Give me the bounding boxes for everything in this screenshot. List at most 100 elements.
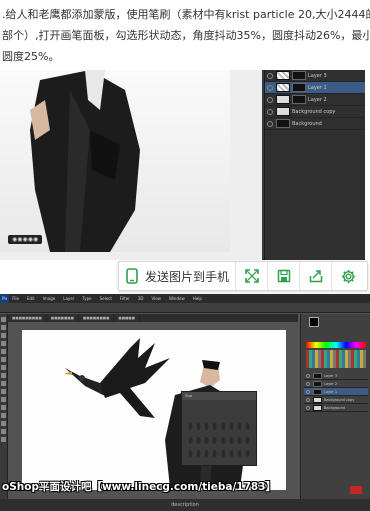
- foreground-color-swatch[interactable]: [309, 317, 319, 327]
- brush-preset[interactable]: [245, 422, 250, 430]
- menu-view[interactable]: View: [151, 296, 161, 301]
- brush-preset[interactable]: [204, 450, 209, 458]
- menu-layer[interactable]: Layer: [63, 296, 74, 301]
- tool-icon[interactable]: [1, 373, 6, 378]
- eye-icon[interactable]: [267, 96, 273, 103]
- eye-icon[interactable]: [267, 72, 273, 79]
- brush-preset[interactable]: [212, 422, 217, 430]
- eye-icon[interactable]: [306, 397, 310, 402]
- eye-icon[interactable]: [267, 108, 273, 115]
- tool-icon[interactable]: [1, 413, 6, 418]
- brush-preset[interactable]: [245, 450, 250, 458]
- color-spectrum[interactable]: [306, 342, 366, 348]
- brush-preset[interactable]: [245, 436, 250, 444]
- share-icon: [309, 270, 322, 283]
- status-bar: description: [0, 499, 370, 511]
- watermark-text: oShop平面设计吧【www.linecg.com/tieba/1783】: [2, 481, 277, 493]
- eye-icon[interactable]: [306, 405, 310, 410]
- brush-preset[interactable]: [229, 436, 234, 444]
- eye-icon[interactable]: [306, 373, 310, 378]
- brush-preset[interactable]: [188, 450, 193, 458]
- layer-row[interactable]: Background copy: [304, 396, 368, 404]
- tool-icon[interactable]: [1, 421, 6, 426]
- brush-preset[interactable]: [196, 436, 201, 444]
- tutorial-screenshot-2: Ps File Edit Image Layer Type Select Fil…: [0, 294, 370, 511]
- tool-icon[interactable]: [1, 381, 6, 386]
- document-tab[interactable]: ■■■■■■■■■: [8, 314, 47, 322]
- brush-preset[interactable]: [212, 436, 217, 444]
- eye-icon[interactable]: [267, 120, 273, 127]
- layer-row[interactable]: Layer 2: [304, 380, 368, 388]
- menu-window[interactable]: Window: [169, 296, 185, 301]
- menu-file[interactable]: File: [12, 296, 19, 301]
- menu-3d[interactable]: 3D: [138, 296, 144, 301]
- brush-preset[interactable]: [188, 422, 193, 430]
- layer-row-selected[interactable]: Layer 1: [265, 82, 365, 94]
- share-button[interactable]: [300, 262, 333, 290]
- tool-icon[interactable]: [1, 333, 6, 338]
- eye-icon[interactable]: [267, 84, 273, 91]
- document-tab[interactable]: ■■■■■■■■: [79, 314, 115, 322]
- eye-icon[interactable]: [306, 381, 310, 386]
- brush-preset[interactable]: [237, 422, 242, 430]
- menu-select[interactable]: Select: [100, 296, 112, 301]
- layer-row[interactable]: Background copy: [265, 106, 365, 118]
- tool-icon[interactable]: [1, 325, 6, 330]
- document-tab[interactable]: ■■■■■■■: [47, 314, 79, 322]
- layer-row[interactable]: Background: [304, 404, 368, 412]
- article-line-1: .给人和老鹰都添加蒙版，使用笔刷（素材中有krist particle 20,大…: [2, 8, 370, 21]
- swatches-panel[interactable]: [306, 350, 366, 368]
- brush-preset[interactable]: [229, 422, 234, 430]
- layer-row[interactable]: Background: [265, 118, 365, 130]
- brush-preset[interactable]: [212, 450, 217, 458]
- options-bar: [0, 303, 370, 313]
- layer-row[interactable]: Layer 3: [304, 372, 368, 380]
- tool-icon[interactable]: [1, 397, 6, 402]
- brush-preset[interactable]: [221, 450, 226, 458]
- menu-image[interactable]: Image: [43, 296, 56, 301]
- save-icon: [277, 269, 290, 283]
- brush-preset[interactable]: [221, 436, 226, 444]
- brush-preset[interactable]: [229, 450, 234, 458]
- tool-icon[interactable]: [1, 405, 6, 410]
- menu-edit[interactable]: Edit: [27, 296, 35, 301]
- brush-preset[interactable]: [204, 436, 209, 444]
- send-to-phone-button[interactable]: 发送图片到手机: [119, 262, 237, 290]
- gear-icon: [341, 269, 355, 283]
- article-line-2: 部个）,打开画笔面板，勾选形状动态，角度抖动35%，圆度抖动26%，最小: [2, 29, 370, 42]
- brush-preset[interactable]: [188, 436, 193, 444]
- layer-name: Background copy: [324, 397, 355, 402]
- tool-icon[interactable]: [1, 429, 6, 434]
- menu-help[interactable]: Help: [193, 296, 202, 301]
- tool-icon[interactable]: [1, 437, 6, 442]
- settings-button[interactable]: [332, 262, 364, 290]
- tool-icon[interactable]: [1, 317, 6, 322]
- brush-preset[interactable]: [237, 436, 242, 444]
- tool-icon[interactable]: [1, 341, 6, 346]
- layer-row[interactable]: Layer 2: [265, 94, 365, 106]
- menu-filter[interactable]: Filter: [120, 296, 130, 301]
- tool-icon[interactable]: [1, 349, 6, 354]
- tool-icon[interactable]: [1, 357, 6, 362]
- brush-preset[interactable]: [204, 422, 209, 430]
- layer-row-selected[interactable]: Layer 1: [304, 388, 368, 396]
- tool-icon[interactable]: [1, 389, 6, 394]
- brush-preset[interactable]: [237, 450, 242, 458]
- fullscreen-button[interactable]: [236, 262, 269, 290]
- brush-panel-header: Size: [182, 392, 256, 400]
- menu-type[interactable]: Type: [82, 296, 91, 301]
- document-tab[interactable]: ■■■■■: [114, 314, 140, 322]
- eye-icon[interactable]: [306, 389, 310, 394]
- brush-preset[interactable]: [221, 422, 226, 430]
- image-action-toolbar: 发送图片到手机: [118, 261, 368, 291]
- brush-preset[interactable]: [196, 450, 201, 458]
- layers-panel: Layer 3 Layer 2 Layer 1 Background copy: [304, 372, 368, 412]
- save-button[interactable]: [268, 262, 301, 290]
- site-logo: [350, 486, 362, 494]
- tool-icon[interactable]: [1, 365, 6, 370]
- watermark-logo: ◉◉◉◉◉: [8, 235, 43, 244]
- brush-preset[interactable]: [196, 422, 201, 430]
- brush-preset-grid: [187, 420, 251, 460]
- layers-panel: Layer 3 Layer 1 Layer 2 Background copy …: [264, 70, 365, 260]
- layer-row[interactable]: Layer 3: [265, 70, 365, 82]
